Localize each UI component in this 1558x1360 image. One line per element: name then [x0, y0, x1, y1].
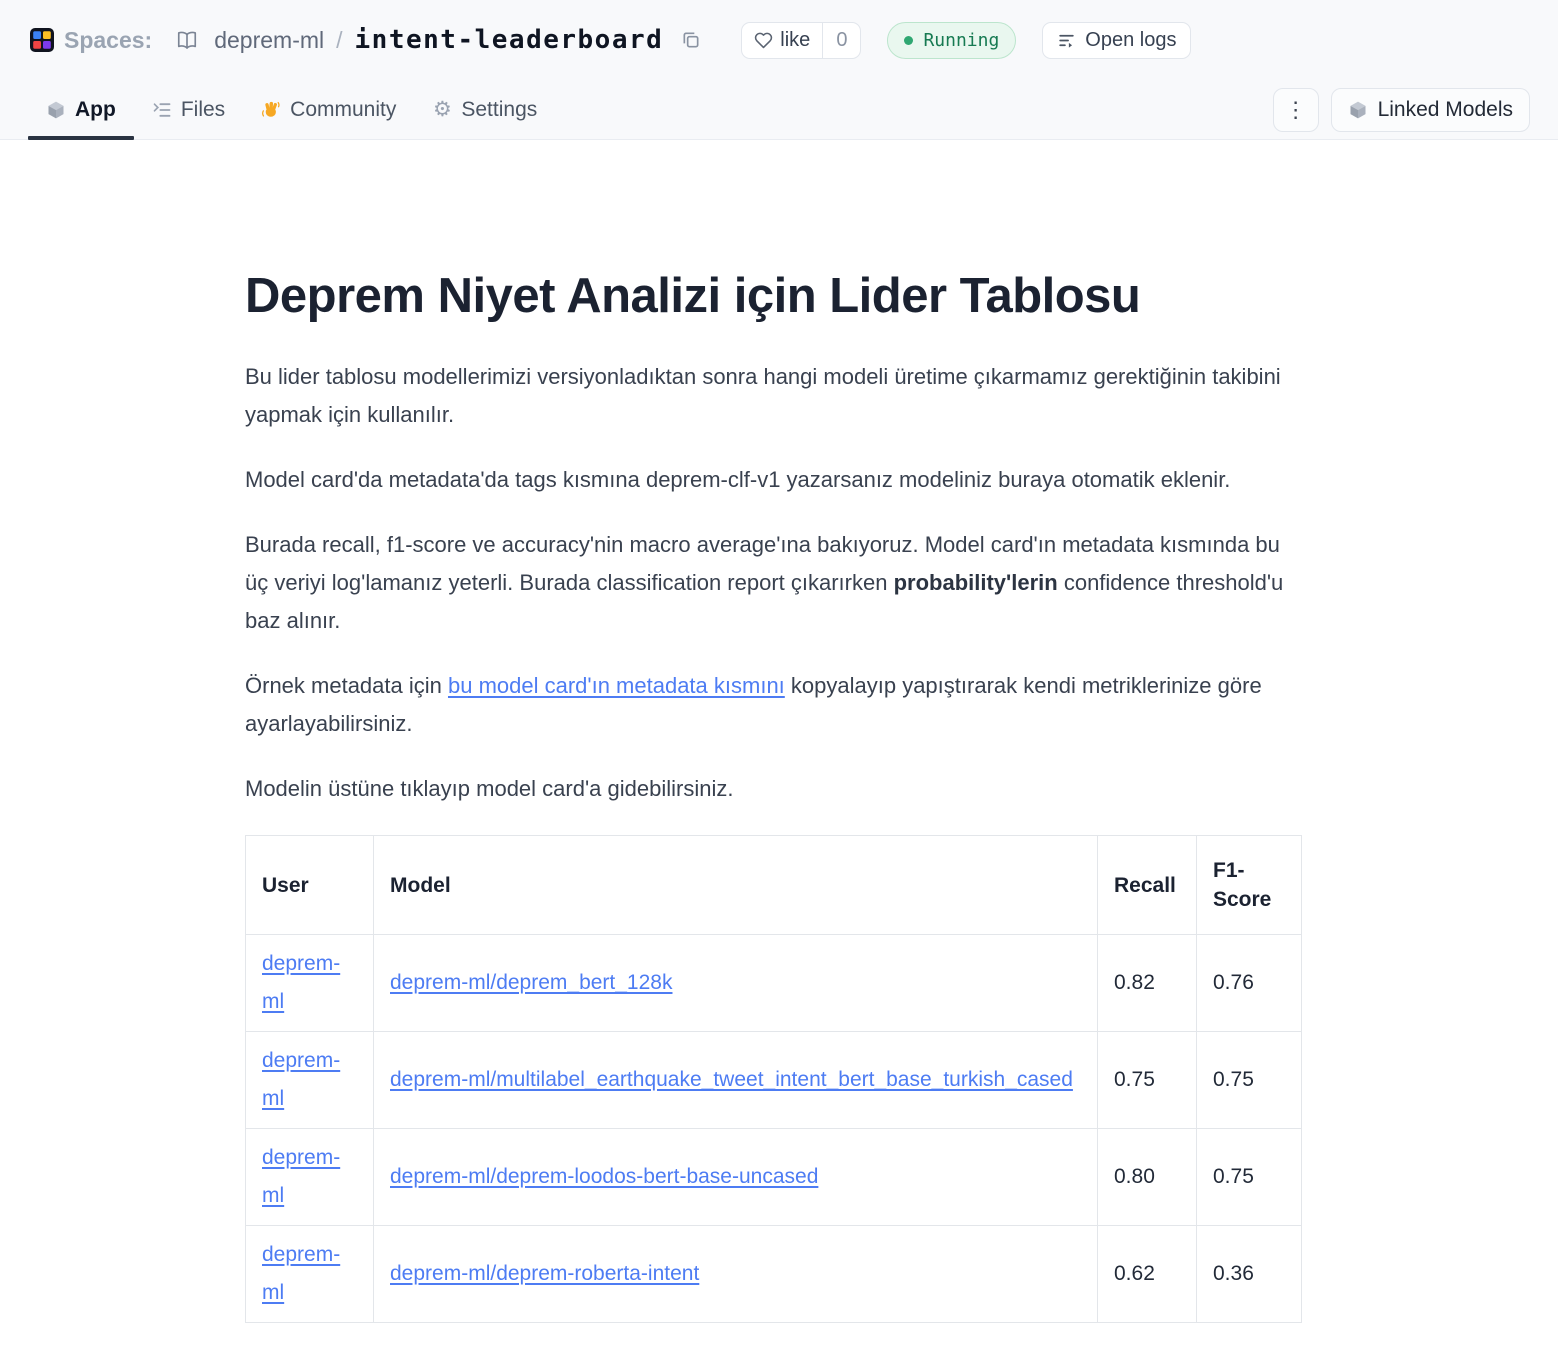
like-count[interactable]: 0 — [822, 23, 860, 58]
breadcrumb-owner-link[interactable]: deprem-ml — [214, 27, 324, 54]
recall-value: 0.62 — [1098, 1226, 1197, 1323]
tags-paragraph: Model card'da metadata'da tags kısmına d… — [245, 461, 1303, 499]
copy-space-name-button[interactable] — [681, 29, 703, 51]
spaces-logo-icon — [30, 28, 54, 52]
column-header-model: Model — [374, 836, 1098, 935]
cube-icon — [46, 100, 66, 120]
breadcrumb-space-name-link[interactable]: intent-leaderboard — [355, 25, 664, 55]
recall-value: 0.75 — [1098, 1032, 1197, 1129]
user-link[interactable]: deprem-ml — [262, 952, 340, 1013]
tab-community[interactable]: Community — [243, 80, 414, 139]
tab-bar-actions: ⋮ Linked Models — [1273, 80, 1530, 139]
f1-value: 0.75 — [1197, 1032, 1302, 1129]
book-icon — [176, 29, 198, 51]
metrics-paragraph: Burada recall, f1-score ve accuracy'nin … — [245, 526, 1303, 640]
tab-settings-label: Settings — [461, 98, 537, 122]
model-link[interactable]: deprem-ml/deprem-loodos-bert-base-uncase… — [390, 1165, 818, 1188]
gear-icon: ⚙ — [432, 100, 452, 120]
more-options-button[interactable]: ⋮ — [1273, 88, 1319, 132]
cube-icon — [1348, 100, 1368, 120]
intro-paragraph: Bu lider tablosu modellerimizi versiyonl… — [245, 358, 1303, 434]
tab-bar: App Files Comm — [0, 80, 1558, 140]
column-header-user: User — [246, 836, 374, 935]
app-content: Deprem Niyet Analizi için Lider Tablosu … — [245, 140, 1303, 1323]
tab-app-label: App — [75, 98, 116, 122]
metrics-text-bold: probability'lerin — [894, 570, 1058, 595]
tab-settings[interactable]: ⚙ Settings — [414, 80, 555, 139]
status-badge-running[interactable]: Running — [887, 22, 1016, 59]
tab-bar-spacer — [555, 80, 1272, 139]
spaces-label[interactable]: Spaces: — [64, 27, 152, 54]
model-link[interactable]: deprem-ml/multilabel_earthquake_tweet_in… — [390, 1068, 1073, 1091]
table-row: deprem-ml deprem-ml/deprem-roberta-inten… — [246, 1226, 1302, 1323]
recall-value: 0.82 — [1098, 935, 1197, 1032]
tab-files[interactable]: Files — [134, 80, 243, 139]
f1-value: 0.75 — [1197, 1129, 1302, 1226]
leaderboard-table: User Model Recall F1-Score deprem-ml dep… — [245, 835, 1302, 1323]
table-row: deprem-ml deprem-ml/deprem_bert_128k 0.8… — [246, 935, 1302, 1032]
model-link[interactable]: deprem-ml/deprem-roberta-intent — [390, 1262, 699, 1285]
model-card-metadata-link[interactable]: bu model card'ın metadata kısmını — [448, 673, 785, 698]
copy-icon — [681, 30, 701, 50]
tab-app[interactable]: App — [28, 80, 134, 139]
user-link[interactable]: deprem-ml — [262, 1049, 340, 1110]
tab-community-label: Community — [290, 98, 396, 122]
model-link[interactable]: deprem-ml/deprem_bert_128k — [390, 971, 672, 994]
logs-icon — [1057, 31, 1076, 50]
f1-value: 0.36 — [1197, 1226, 1302, 1323]
like-button-main: like — [742, 23, 822, 58]
linked-models-button[interactable]: Linked Models — [1331, 88, 1530, 132]
tab-files-label: Files — [181, 98, 225, 122]
recall-value: 0.80 — [1098, 1129, 1197, 1226]
open-logs-label: Open logs — [1085, 29, 1176, 52]
breadcrumb-separator: / — [336, 27, 342, 54]
example-text-start: Örnek metadata için — [245, 673, 448, 698]
status-dot-icon — [904, 36, 913, 45]
like-button[interactable]: like 0 — [741, 22, 861, 59]
heart-icon — [754, 31, 773, 50]
user-link[interactable]: deprem-ml — [262, 1243, 340, 1304]
top-bar: Spaces: deprem-ml / intent-leaderboard l… — [0, 0, 1558, 80]
model-click-paragraph: Modelin üstüne tıklayıp model card'a gid… — [245, 770, 1303, 808]
like-label: like — [780, 29, 810, 52]
open-logs-button[interactable]: Open logs — [1042, 22, 1191, 59]
page-title: Deprem Niyet Analizi için Lider Tablosu — [245, 266, 1303, 326]
table-row: deprem-ml deprem-ml/deprem-loodos-bert-b… — [246, 1129, 1302, 1226]
status-label: Running — [923, 30, 999, 51]
f1-value: 0.76 — [1197, 935, 1302, 1032]
file-tree-icon — [152, 100, 172, 120]
waving-hand-icon — [261, 100, 281, 120]
table-header-row: User Model Recall F1-Score — [246, 836, 1302, 935]
table-row: deprem-ml deprem-ml/multilabel_earthquak… — [246, 1032, 1302, 1129]
example-metadata-paragraph: Örnek metadata için bu model card'ın met… — [245, 667, 1303, 743]
column-header-f1: F1-Score — [1197, 836, 1302, 935]
user-link[interactable]: deprem-ml — [262, 1146, 340, 1207]
linked-models-label: Linked Models — [1378, 98, 1513, 122]
column-header-recall: Recall — [1098, 836, 1197, 935]
kebab-icon: ⋮ — [1285, 99, 1307, 121]
